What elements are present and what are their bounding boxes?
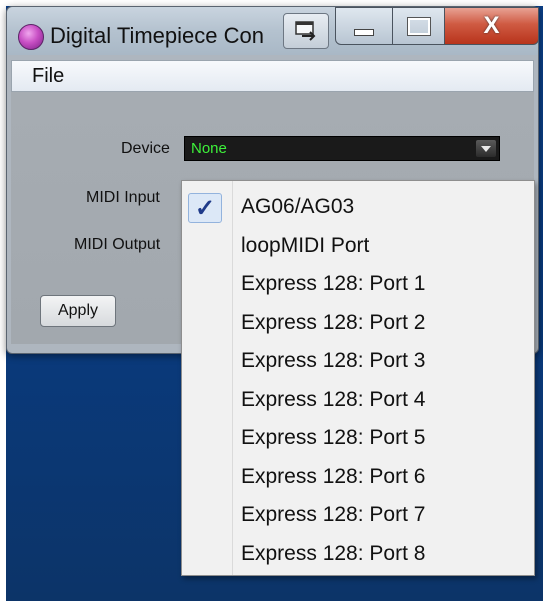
midi-input-option-label: Express 128: Port 5 <box>241 426 426 449</box>
checkmark-icon: ✓ <box>188 193 222 223</box>
menu-bar: File <box>11 60 534 92</box>
snap-button[interactable] <box>283 13 329 49</box>
app-icon[interactable] <box>18 24 44 50</box>
midi-output-label: MIDI Output <box>74 236 161 253</box>
midi-input-option[interactable]: Express 128: Port 1 <box>182 266 534 304</box>
title-bar[interactable]: Digital Timepiece Con X <box>7 7 539 55</box>
maximize-button[interactable] <box>393 7 445 45</box>
close-button[interactable]: X <box>445 7 539 45</box>
midi-input-option[interactable]: Express 128: Port 4 <box>182 382 534 420</box>
midi-input-option-label: Express 128: Port 2 <box>241 310 426 334</box>
caption-buttons: X <box>335 7 539 45</box>
close-icon: X <box>483 12 500 39</box>
midi-input-option-label: AG06/AG03 <box>241 195 355 218</box>
midi-input-option-label: Express 128: Port 1 <box>241 272 426 295</box>
device-label: Device <box>121 140 170 157</box>
midi-input-option[interactable]: loopMIDI Port <box>182 228 534 266</box>
midi-input-option[interactable]: Express 128: Port 5 <box>182 420 534 458</box>
midi-input-option[interactable]: Express 128: Port 6 <box>182 459 534 497</box>
midi-input-label: MIDI Input <box>86 189 160 206</box>
chevron-down-icon <box>481 145 491 152</box>
snap-icon <box>295 21 316 41</box>
menu-file[interactable]: File <box>32 65 64 88</box>
midi-input-option[interactable]: ✓ AG06/AG03 <box>182 189 534 227</box>
apply-button[interactable]: Apply <box>40 295 116 327</box>
midi-input-option[interactable]: Express 128: Port 3 <box>182 343 534 381</box>
device-selected-value: None <box>191 140 227 157</box>
midi-input-option-label: loopMIDI Port <box>241 233 370 257</box>
midi-input-option-label: Express 128: Port 3 <box>241 349 426 372</box>
midi-input-dropdown-list: ✓ AG06/AG03 loopMIDI Port Express 128: Port… <box>181 180 535 576</box>
dropdown-arrow-button[interactable] <box>476 140 496 157</box>
device-dropdown[interactable]: None <box>184 136 500 161</box>
midi-input-option-label: Express 128: Port 7 <box>241 503 426 526</box>
midi-input-option[interactable]: Express 128: Port 2 <box>182 305 534 343</box>
midi-input-option-label: Express 128: Port 6 <box>241 464 426 488</box>
midi-input-option[interactable]: Express 128: Port 7 <box>182 497 534 535</box>
minimize-button[interactable] <box>335 7 393 45</box>
minimize-icon <box>354 28 374 36</box>
midi-input-option-label: Express 128: Port 4 <box>241 387 426 411</box>
maximize-icon <box>407 17 430 35</box>
window-title: Digital Timepiece Con <box>50 23 264 48</box>
midi-input-option[interactable]: Express 128: Port 8 <box>182 536 534 574</box>
midi-input-option-label: Express 128: Port 8 <box>241 541 426 565</box>
